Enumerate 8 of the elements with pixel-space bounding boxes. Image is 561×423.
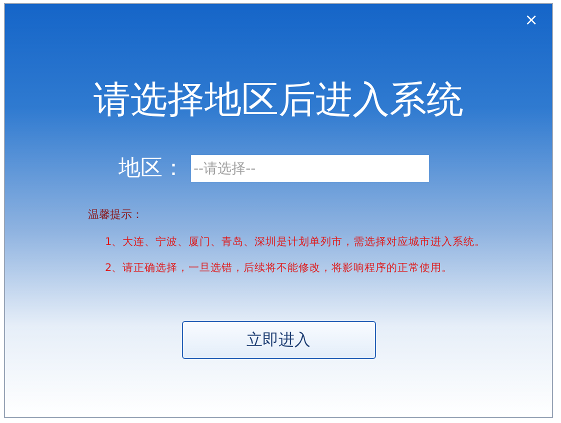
tips-heading: 温馨提示： bbox=[88, 207, 144, 223]
enter-button[interactable]: 立即进入 bbox=[182, 321, 376, 359]
tip-text: 2、请正确选择，一旦选错，后续将不能修改，将影响程序的正常使用。 bbox=[105, 261, 454, 276]
region-field[interactable]: --请选择-- bbox=[190, 155, 428, 182]
dialog-title: 请选择地区后进入系统 bbox=[94, 77, 464, 123]
tip-text: 1、大连、宁波、厦门、青岛、深圳是计划单列市，需选择对应城市进入系统。 bbox=[105, 234, 486, 250]
region-label: 地区： bbox=[118, 155, 184, 183]
close-button[interactable]: × bbox=[520, 10, 542, 30]
